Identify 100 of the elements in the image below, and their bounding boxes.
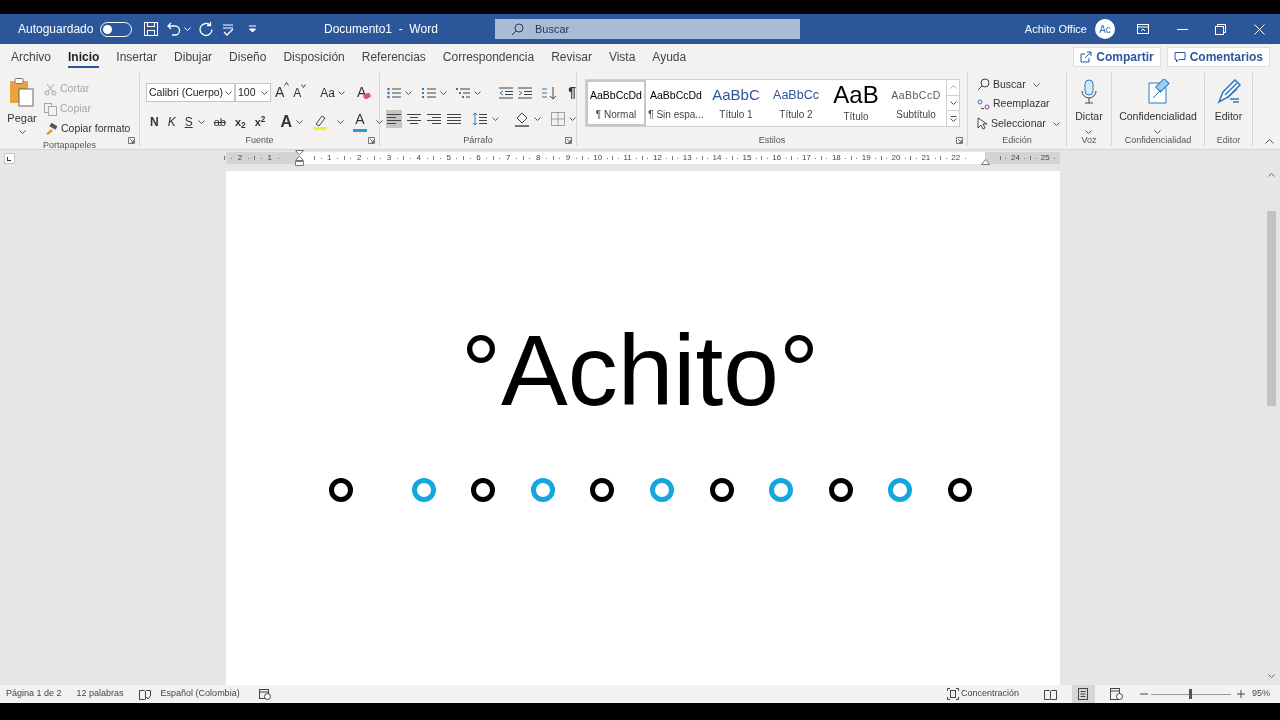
font-size-field[interactable]: 100 — [235, 83, 271, 102]
subscript-button[interactable]: x$_{2}$ — [234, 113, 246, 131]
numbered-list-icon[interactable] — [420, 85, 437, 100]
editing-item[interactable]: Seleccionar — [977, 114, 1066, 134]
increase-indent-icon[interactable] — [516, 85, 533, 100]
style-item[interactable]: AaBbCcD Subtítulo — [886, 80, 946, 126]
italic-button[interactable]: K — [167, 113, 176, 131]
menu-tab[interactable]: Insertar — [116, 44, 158, 70]
font-color-button[interactable]: A — [352, 112, 367, 132]
zoom-level[interactable]: 95% — [1252, 687, 1270, 701]
check-icon[interactable] — [221, 22, 236, 36]
microphone-icon[interactable] — [1081, 79, 1097, 105]
ribbon-button-label[interactable]: Editor — [1214, 109, 1243, 125]
save-icon[interactable] — [143, 21, 160, 37]
menu-tab[interactable]: Correspondencia — [442, 44, 535, 70]
caret-icon[interactable] — [533, 117, 541, 121]
line-spacing-icon[interactable] — [472, 112, 489, 126]
borders-icon[interactable] — [551, 112, 565, 126]
caret-icon[interactable] — [338, 90, 346, 95]
caret-icon[interactable] — [295, 120, 303, 124]
caret-icon[interactable] — [439, 90, 447, 95]
caret-icon[interactable] — [492, 117, 500, 121]
menu-tab[interactable]: Ayuda — [652, 44, 687, 70]
search-field[interactable]: Buscar — [495, 19, 800, 39]
dialog-launcher-icon[interactable] — [565, 137, 572, 144]
tag-document-icon[interactable] — [1146, 79, 1170, 105]
close-icon[interactable] — [1254, 23, 1265, 35]
menu-tab[interactable]: Inicio — [68, 44, 100, 70]
strikethrough-button[interactable]: ab — [213, 113, 226, 131]
style-item[interactable]: AaBbC Título 1 — [706, 80, 766, 126]
caret-icon[interactable] — [1052, 121, 1060, 126]
book-check-icon[interactable] — [138, 688, 151, 700]
scroll-down-icon[interactable] — [1267, 674, 1275, 678]
page-count[interactable]: Página 1 de 2 — [6, 687, 62, 701]
ribbon-display-icon[interactable] — [1137, 24, 1149, 34]
grow-font-button[interactable]: A — [275, 82, 290, 103]
menu-tab[interactable]: Dibujar — [174, 44, 213, 70]
more-icon[interactable] — [949, 115, 957, 122]
clipboard-icon[interactable] — [9, 77, 35, 107]
clipboard-item[interactable]: Copiar formato — [44, 119, 131, 139]
caret-icon[interactable] — [1085, 129, 1093, 134]
caret-icon[interactable] — [225, 90, 232, 95]
undo-icon[interactable] — [166, 21, 183, 37]
menu-tab[interactable]: Diseño — [229, 44, 267, 70]
scroll-up-icon[interactable] — [1267, 173, 1275, 177]
redo-icon[interactable] — [198, 21, 215, 37]
collapse-ribbon-icon[interactable] — [1265, 139, 1274, 144]
search-icon[interactable] — [977, 78, 990, 92]
paintbrush-icon[interactable] — [44, 122, 58, 136]
caret-icon[interactable] — [197, 120, 205, 124]
text-effects-button[interactable]: A — [280, 110, 303, 134]
editing-item[interactable]: Reemplazar — [977, 94, 1066, 114]
caret-icon[interactable] — [1032, 82, 1040, 87]
style-item[interactable]: AaBbCc Título 2 — [766, 80, 826, 126]
caret-icon[interactable] — [336, 120, 344, 124]
pen-icon[interactable] — [1215, 79, 1242, 105]
dialog-launcher-icon[interactable] — [128, 137, 135, 144]
caret-icon[interactable] — [18, 129, 26, 134]
zoom-slider-thumb[interactable] — [1189, 689, 1193, 699]
menu-tab[interactable]: Disposición — [283, 44, 345, 70]
underline-button[interactable]: S — [184, 113, 205, 131]
restore-icon[interactable] — [1215, 23, 1226, 35]
show-formatting-button[interactable]: ¶ — [568, 82, 576, 103]
caret-icon[interactable] — [261, 90, 268, 95]
plus-icon[interactable] — [1237, 690, 1245, 698]
menu-tab[interactable]: Revisar — [551, 44, 592, 70]
caret-icon[interactable] — [1154, 129, 1162, 134]
customize-icon[interactable] — [248, 25, 258, 33]
sort-icon[interactable] — [541, 85, 558, 100]
word-count[interactable]: 12 palabras — [76, 687, 124, 701]
style-item[interactable]: AaBbCcDd ¶ Sin espa... — [646, 80, 706, 126]
comments-button[interactable]: Comentarios — [1166, 47, 1270, 67]
shrink-font-button[interactable]: A — [293, 83, 307, 102]
language[interactable]: Español (Colombia) — [160, 687, 240, 701]
tab-selector[interactable] — [4, 153, 15, 164]
zoom-slider[interactable] — [1151, 689, 1231, 699]
bullet-list-icon[interactable] — [386, 85, 402, 100]
avatar[interactable]: Ac — [1095, 19, 1115, 39]
indent-marker[interactable] — [295, 150, 304, 166]
caret-icon[interactable] — [949, 101, 957, 105]
menu-tab[interactable]: Archivo — [11, 44, 51, 70]
paste-label[interactable]: Pegar — [7, 110, 37, 127]
superscript-button[interactable]: x$^{2}$ — [254, 113, 266, 131]
decrease-indent-icon[interactable] — [497, 85, 514, 100]
focus-button[interactable]: Concentración — [946, 687, 1019, 701]
share-button[interactable]: Compartir — [1073, 47, 1161, 67]
font-name-field[interactable]: Calibri (Cuerpo) — [146, 83, 235, 102]
dialog-launcher-icon[interactable] — [956, 137, 963, 144]
accessibility-icon[interactable] — [258, 688, 271, 700]
ribbon-button-label[interactable]: Confidencialidad — [1119, 109, 1197, 125]
caret-icon[interactable] — [405, 90, 412, 95]
editing-item[interactable]: Buscar — [977, 75, 1066, 95]
scrollbar-thumb[interactable] — [1266, 211, 1276, 406]
caret-icon[interactable] — [301, 83, 307, 88]
style-item[interactable]: AaB Título — [826, 80, 886, 126]
multilevel-list-icon[interactable] — [455, 85, 472, 100]
replace-icon[interactable] — [977, 97, 990, 111]
style-item[interactable]: AaBbCcDd ¶ Normal — [586, 80, 646, 126]
caret-icon[interactable] — [375, 120, 383, 124]
caret-icon[interactable] — [569, 117, 576, 121]
